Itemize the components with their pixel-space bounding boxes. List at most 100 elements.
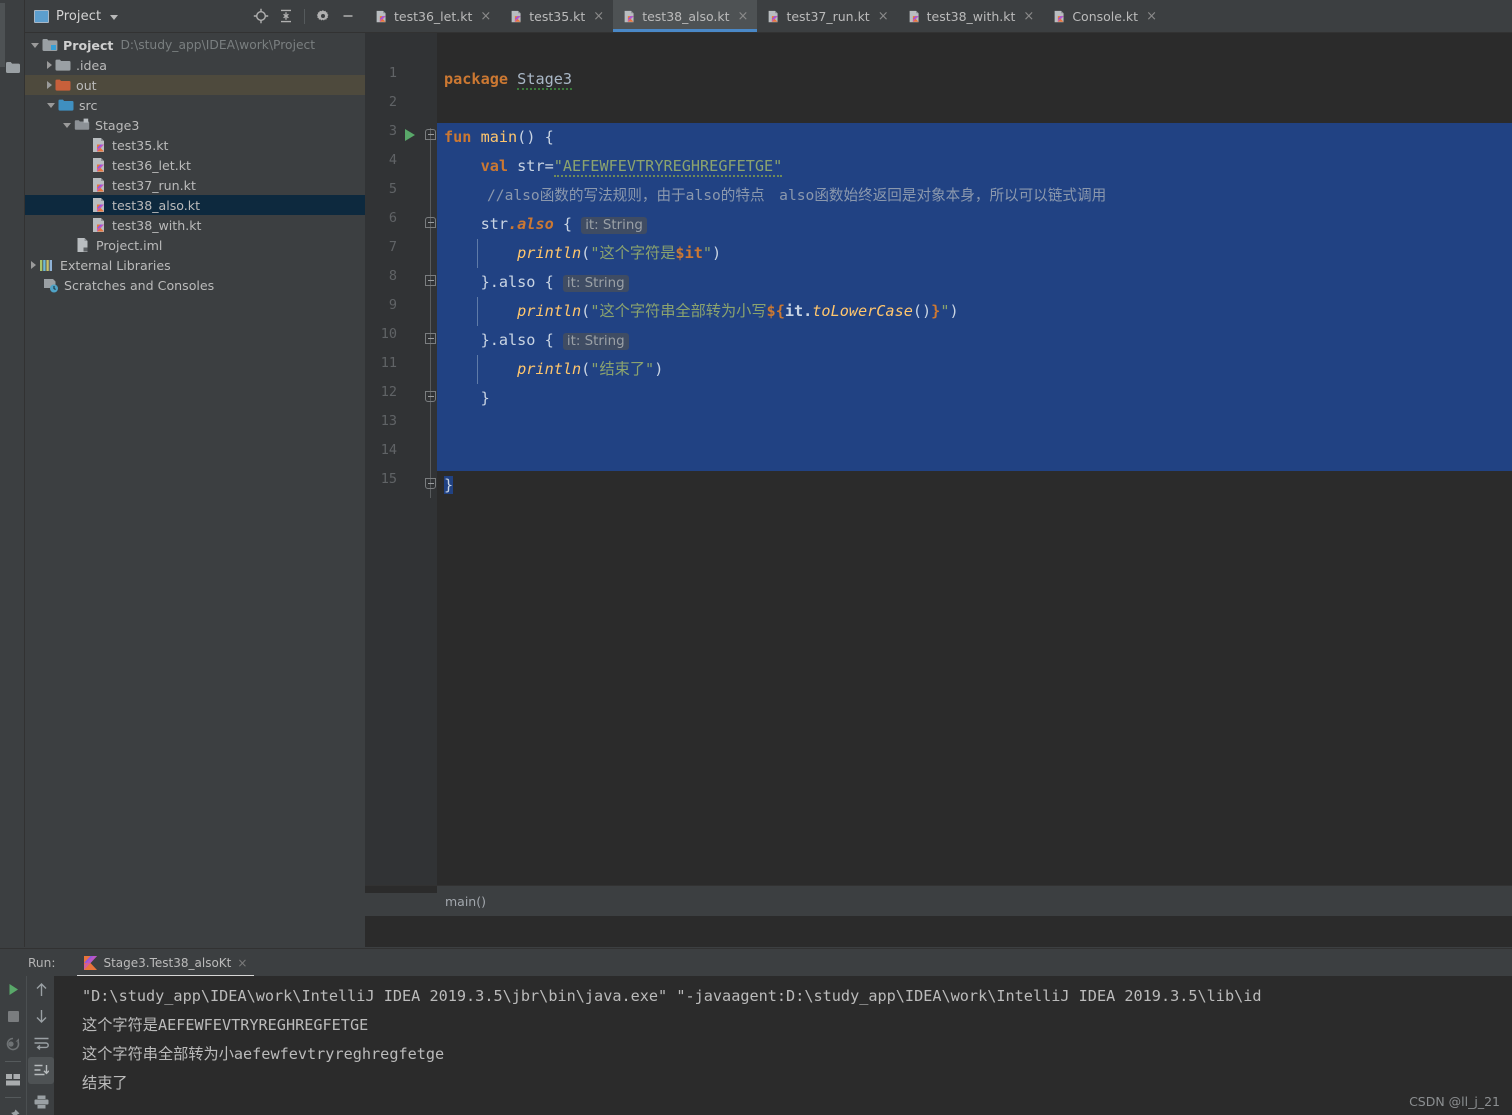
minimize-icon[interactable] (337, 5, 359, 27)
close-icon[interactable]: × (878, 10, 889, 23)
tree-toggle-expanded-icon[interactable] (31, 42, 39, 48)
code-receiver-str: str (480, 215, 509, 233)
code-string-7a: "这个字符是 (590, 244, 676, 262)
run-icon[interactable] (0, 976, 26, 1003)
code-fn-println-9: println (517, 302, 582, 320)
fold-marker-15[interactable] (425, 478, 436, 489)
tree-toggle-collapsed-icon[interactable] (47, 81, 52, 89)
run-gutter-icon[interactable] (405, 129, 415, 141)
code-string-literal: "AEFEWFEVTRYREGHREGFETGE" (553, 157, 783, 177)
tree-item-test38-also-kt[interactable]: test38_also.kt (25, 195, 365, 215)
layout-icon[interactable] (0, 1066, 26, 1093)
editor-breadcrumb[interactable]: main() (365, 885, 1512, 916)
editor-tab-label: test38_also.kt (642, 8, 730, 24)
tree-item-label: test37_run.kt (112, 177, 196, 193)
line-number: 8 (388, 268, 397, 284)
breadcrumb-main[interactable]: main() (445, 894, 486, 909)
tree-item-label: test38_also.kt (112, 197, 201, 213)
editor-tab-test37-run-kt[interactable]: test37_run.kt × (757, 0, 898, 32)
tree-item-test36-let-kt[interactable]: test36_let.kt (25, 155, 365, 175)
code-paren-open-9: ( (581, 302, 591, 320)
code-fn-main: main (480, 128, 518, 146)
editor-gutter[interactable]: 1 2 3 4 5 6 7 8 9 10 11 12 13 14 15 (365, 33, 437, 916)
fold-marker-6[interactable] (425, 217, 436, 228)
gear-icon[interactable] (312, 5, 334, 27)
close-icon[interactable]: × (480, 10, 491, 23)
stop-icon[interactable] (0, 1003, 26, 1030)
code-line-10: }.also { it: String (437, 326, 1512, 355)
code-expr-it-9: it. (784, 302, 813, 320)
breadcrumb-notch (365, 886, 437, 893)
editor-tab-label: test36_let.kt (394, 8, 473, 24)
close-icon[interactable]: × (1146, 10, 1157, 23)
scroll-down-icon[interactable] (27, 1003, 55, 1030)
close-icon[interactable]: × (237, 956, 247, 970)
chevron-down-icon[interactable] (110, 14, 119, 20)
run-configuration-tab[interactable]: Stage3.Test38_alsoKt × (77, 950, 255, 977)
close-icon[interactable]: × (593, 10, 604, 23)
tree-item-test37-run-kt[interactable]: test37_run.kt (25, 175, 365, 195)
editor-tab-test35-kt[interactable]: test35.kt × (500, 0, 614, 32)
tree-item-project-iml[interactable]: Project.iml (25, 235, 365, 255)
tree-toggle-collapsed-icon[interactable] (47, 61, 52, 69)
code-template-var-7: $it (675, 244, 703, 262)
scroll-up-icon[interactable] (27, 976, 55, 1003)
fold-marker-3[interactable] (425, 129, 436, 140)
close-icon[interactable]: × (1023, 10, 1034, 23)
close-icon[interactable]: × (738, 10, 749, 23)
scroll-to-end-icon[interactable] (28, 1057, 54, 1084)
editor-tab-test36-let-kt[interactable]: test36_let.kt × (365, 0, 501, 32)
project-panel-toolbar (250, 5, 359, 27)
tree-toggle-collapsed-icon[interactable] (31, 261, 36, 269)
tree-item--idea[interactable]: .idea (25, 55, 365, 75)
tree-item-test38-with-kt[interactable]: test38_with.kt (25, 215, 365, 235)
print-icon[interactable] (27, 1088, 55, 1115)
tree-item-src[interactable]: src (25, 95, 365, 115)
toolbar-divider (5, 1097, 21, 1098)
tree-toggle-expanded-icon[interactable] (47, 102, 55, 108)
run-secondary-toolbar (26, 976, 54, 1115)
tree-item-test35-kt[interactable]: test35.kt (25, 135, 365, 155)
tree-item-stage3[interactable]: Stage3 (25, 115, 365, 135)
code-brace-12: } (480, 389, 490, 407)
pin-icon[interactable] (0, 1102, 26, 1115)
run-console-output[interactable]: "D:\study_app\IDEA\work\IntelliJ IDEA 20… (54, 976, 1512, 1115)
tree-toggle-expanded-icon[interactable] (63, 122, 71, 128)
code-line-4: val str="AEFEWFEVTRYREGHREGFETGE" (437, 152, 1512, 181)
scratches-icon (43, 277, 59, 293)
kotlin-file-icon (91, 137, 107, 153)
code-paren-close-7: ) (712, 244, 722, 262)
code-template-close-9: } (931, 302, 941, 320)
editor-tab-test38-also-kt[interactable]: test38_also.kt × (613, 0, 758, 32)
editor-tab-test38-with-kt[interactable]: test38_with.kt × (897, 0, 1044, 32)
rerun-tests-icon[interactable] (0, 1030, 26, 1057)
soft-wrap-icon[interactable] (27, 1030, 55, 1057)
tree-item-external-libraries[interactable]: External Libraries (25, 255, 365, 275)
editor-tab-console-kt[interactable]: Console.kt × (1043, 0, 1166, 32)
fold-marker-10[interactable] (425, 333, 436, 344)
code-fn-println-7: println (517, 244, 582, 262)
folder-icon (55, 57, 71, 73)
tree-item-project[interactable]: Project D:\study_app\IDEA\work\Project (25, 35, 365, 55)
code-content[interactable]: package Stage3 fun main() { val str="AEF… (437, 33, 1512, 916)
folder-orange-icon (55, 77, 71, 93)
fold-marker-12[interactable] (425, 391, 436, 402)
run-tab-title: Stage3.Test38_alsoKt (103, 955, 232, 970)
tree-item-out[interactable]: out (25, 75, 365, 95)
code-line-13 (437, 413, 1512, 442)
sidebar-tab-project[interactable]: 1: Project (0, 3, 5, 67)
tree-item-scratches-and-consoles[interactable]: Scratches and Consoles (25, 275, 365, 295)
editor-tab-label: Console.kt (1072, 8, 1139, 24)
code-expr-tolowercase-9: toLowerCase (812, 302, 913, 320)
kotlin-file-icon (623, 9, 636, 24)
fold-marker-8[interactable] (425, 275, 436, 286)
code-line-9: println("这个字符串全部转为小写${it.toLowerCase()}"… (437, 297, 1512, 326)
idea-window: 1: Project Project (0, 0, 1512, 1115)
locate-icon[interactable] (250, 5, 272, 27)
code-keyword-fun: fun (444, 128, 472, 146)
code-paren-open-11: ( (581, 360, 591, 378)
inlay-hint-it-string-10: it: String (562, 333, 629, 350)
code-editor[interactable]: 1 2 3 4 5 6 7 8 9 10 11 12 13 14 15 package Stage3 fun… (365, 33, 1512, 916)
collapse-all-icon[interactable] (275, 5, 297, 27)
code-line-11: println("结束了") (437, 355, 1512, 384)
